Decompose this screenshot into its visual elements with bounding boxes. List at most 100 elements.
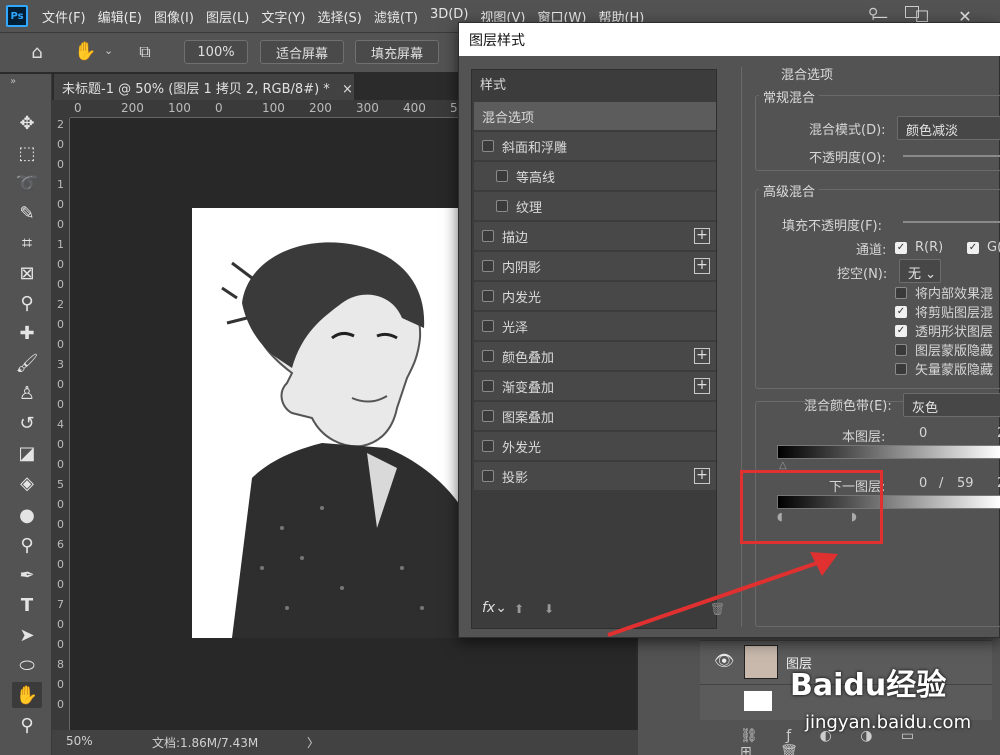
style-item[interactable]: 光泽	[474, 312, 716, 340]
frame-tool-icon[interactable]: ⊠	[12, 260, 42, 286]
style-item[interactable]: 颜色叠加 +	[474, 342, 716, 370]
menu-item[interactable]: 编辑(E)	[98, 7, 142, 26]
add-effect-icon[interactable]: +	[694, 258, 710, 274]
style-item[interactable]: 内阴影 +	[474, 252, 716, 280]
crop-tool-icon[interactable]: ⌗	[12, 230, 42, 256]
style-checkbox[interactable]	[482, 320, 494, 332]
document-tab[interactable]: 未标题-1 @ 50% (图层 1 拷贝 2, RGB/8#) * ×	[54, 74, 354, 100]
advanced-option-checkbox[interactable]: 矢量蒙版隐藏	[895, 359, 1000, 378]
workspace-icon[interactable]	[905, 6, 919, 18]
eyedropper-tool-icon[interactable]: ⚲	[12, 290, 42, 316]
type-tool-icon[interactable]: T	[12, 592, 42, 618]
move-tool-icon[interactable]: ✥	[12, 110, 42, 136]
status-doc-info: 文档:1.86M/7.43M	[152, 736, 259, 750]
brush-tool-icon[interactable]: 🖌	[12, 350, 42, 376]
paint-bucket-icon[interactable]: ◈	[12, 470, 42, 496]
blend-mode-select[interactable]: 颜色减淡	[897, 116, 1000, 140]
style-checkbox[interactable]	[482, 260, 494, 272]
style-label: 混合选项	[482, 110, 535, 126]
style-label: 斜面和浮雕	[502, 140, 568, 156]
add-effect-icon[interactable]: +	[694, 228, 710, 244]
style-checkbox[interactable]	[482, 140, 494, 152]
blur-tool-icon[interactable]: ●	[12, 502, 42, 528]
style-checkbox[interactable]	[482, 290, 494, 302]
style-item[interactable]: 内发光	[474, 282, 716, 310]
status-zoom[interactable]: 50%	[66, 734, 93, 748]
channel-g-checkbox[interactable]: ✓ G(	[967, 240, 1000, 255]
style-checkbox[interactable]	[482, 470, 494, 482]
tab-close-icon[interactable]: ×	[342, 82, 353, 97]
hand-tool-active-icon[interactable]: ✋	[12, 682, 42, 708]
advanced-blending-title: 高级混合	[759, 181, 820, 200]
menu-item[interactable]: 文件(F)	[42, 7, 86, 26]
quick-select-tool-icon[interactable]: ✎	[12, 200, 42, 226]
zoom-level-field[interactable]: 100%	[184, 40, 248, 64]
hand-tool-icon[interactable]: ✋	[74, 41, 96, 63]
move-up-icon[interactable]: ⬆	[514, 602, 524, 616]
style-checkbox[interactable]	[496, 170, 508, 182]
fill-opacity-slider[interactable]	[903, 221, 1000, 223]
styles-header[interactable]: 样式	[480, 74, 506, 93]
collapse-toolbar-icon[interactable]: »	[10, 76, 16, 87]
style-item[interactable]: 混合选项	[474, 102, 716, 130]
home-icon[interactable]: ⌂	[26, 42, 48, 64]
advanced-option-checkbox[interactable]: ✓ 将剪贴图层混	[895, 302, 1000, 321]
marquee-tool-icon[interactable]: ⬚	[12, 140, 42, 166]
checkbox-icon: ✓	[895, 241, 907, 254]
style-item[interactable]: 投影 +	[474, 462, 716, 490]
ruler-corner	[52, 100, 70, 118]
style-item[interactable]: 等高线	[474, 162, 716, 190]
search-icon[interactable]: ⚲	[868, 6, 878, 22]
scroll-all-windows-icon[interactable]: ⧉	[132, 42, 158, 64]
advanced-option-checkbox[interactable]: 将内部效果混	[895, 283, 1000, 302]
menu-item[interactable]: 滤镜(T)	[374, 7, 418, 26]
fill-screen-button[interactable]: 填充屏幕	[355, 40, 439, 64]
portrait-sketch	[221, 242, 462, 638]
add-effect-icon[interactable]: +	[694, 468, 710, 484]
style-item[interactable]: 斜面和浮雕	[474, 132, 716, 160]
add-effect-icon[interactable]: +	[694, 378, 710, 394]
style-item[interactable]: 纹理	[474, 192, 716, 220]
layer-thumbnail	[744, 645, 778, 679]
menu-item[interactable]: 文字(Y)	[261, 7, 305, 26]
style-item[interactable]: 外发光	[474, 432, 716, 460]
healing-brush-icon[interactable]: ✚	[12, 320, 42, 346]
menu-item[interactable]: 图像(I)	[154, 7, 194, 26]
add-effect-icon[interactable]: +	[694, 348, 710, 364]
advanced-option-checkbox[interactable]: ✓ 透明形状图层	[895, 321, 1000, 340]
history-brush-icon[interactable]: ↺	[12, 410, 42, 436]
style-checkbox[interactable]	[482, 350, 494, 362]
fx-menu-button[interactable]: fx⌄	[482, 600, 507, 616]
this-layer-label: 本图层:	[842, 430, 886, 445]
style-item[interactable]: 渐变叠加 +	[474, 372, 716, 400]
opacity-slider[interactable]	[903, 155, 1000, 157]
eraser-tool-icon[interactable]: ◪	[12, 440, 42, 466]
lasso-tool-icon[interactable]: ➰	[12, 170, 42, 196]
style-item[interactable]: 图案叠加	[474, 402, 716, 430]
style-checkbox[interactable]	[496, 200, 508, 212]
menu-item[interactable]: 图层(L)	[206, 7, 249, 26]
status-menu-arrow[interactable]: 〉	[307, 734, 319, 751]
ruler-tick-label: 0	[57, 158, 64, 171]
fit-screen-button[interactable]: 适合屏幕	[260, 40, 344, 64]
style-checkbox[interactable]	[482, 380, 494, 392]
move-down-icon[interactable]: ⬇	[544, 602, 554, 616]
chevron-down-icon[interactable]: ⌄	[104, 44, 113, 57]
zoom-tool-icon[interactable]: ⚲	[12, 712, 42, 738]
path-select-icon[interactable]: ➤	[12, 622, 42, 648]
visibility-eye-icon[interactable]: 👁	[714, 651, 734, 670]
knockout-select[interactable]: 无 ⌄	[899, 259, 941, 283]
style-item[interactable]: 描边 +	[474, 222, 716, 250]
style-checkbox[interactable]	[482, 230, 494, 242]
blend-if-select[interactable]: 灰色	[903, 393, 1000, 417]
pen-tool-icon[interactable]: ✒	[12, 562, 42, 588]
annotation-arrow	[607, 552, 838, 637]
ellipse-tool-icon[interactable]: ⬭	[12, 652, 42, 678]
channel-r-checkbox[interactable]: ✓ R(R)	[895, 240, 943, 255]
style-checkbox[interactable]	[482, 410, 494, 422]
menu-item[interactable]: 选择(S)	[317, 7, 361, 26]
advanced-option-checkbox[interactable]: 图层蒙版隐藏	[895, 340, 1000, 359]
style-checkbox[interactable]	[482, 440, 494, 452]
dodge-tool-icon[interactable]: ⚲	[12, 532, 42, 558]
stamp-tool-icon[interactable]: ♙	[12, 380, 42, 406]
